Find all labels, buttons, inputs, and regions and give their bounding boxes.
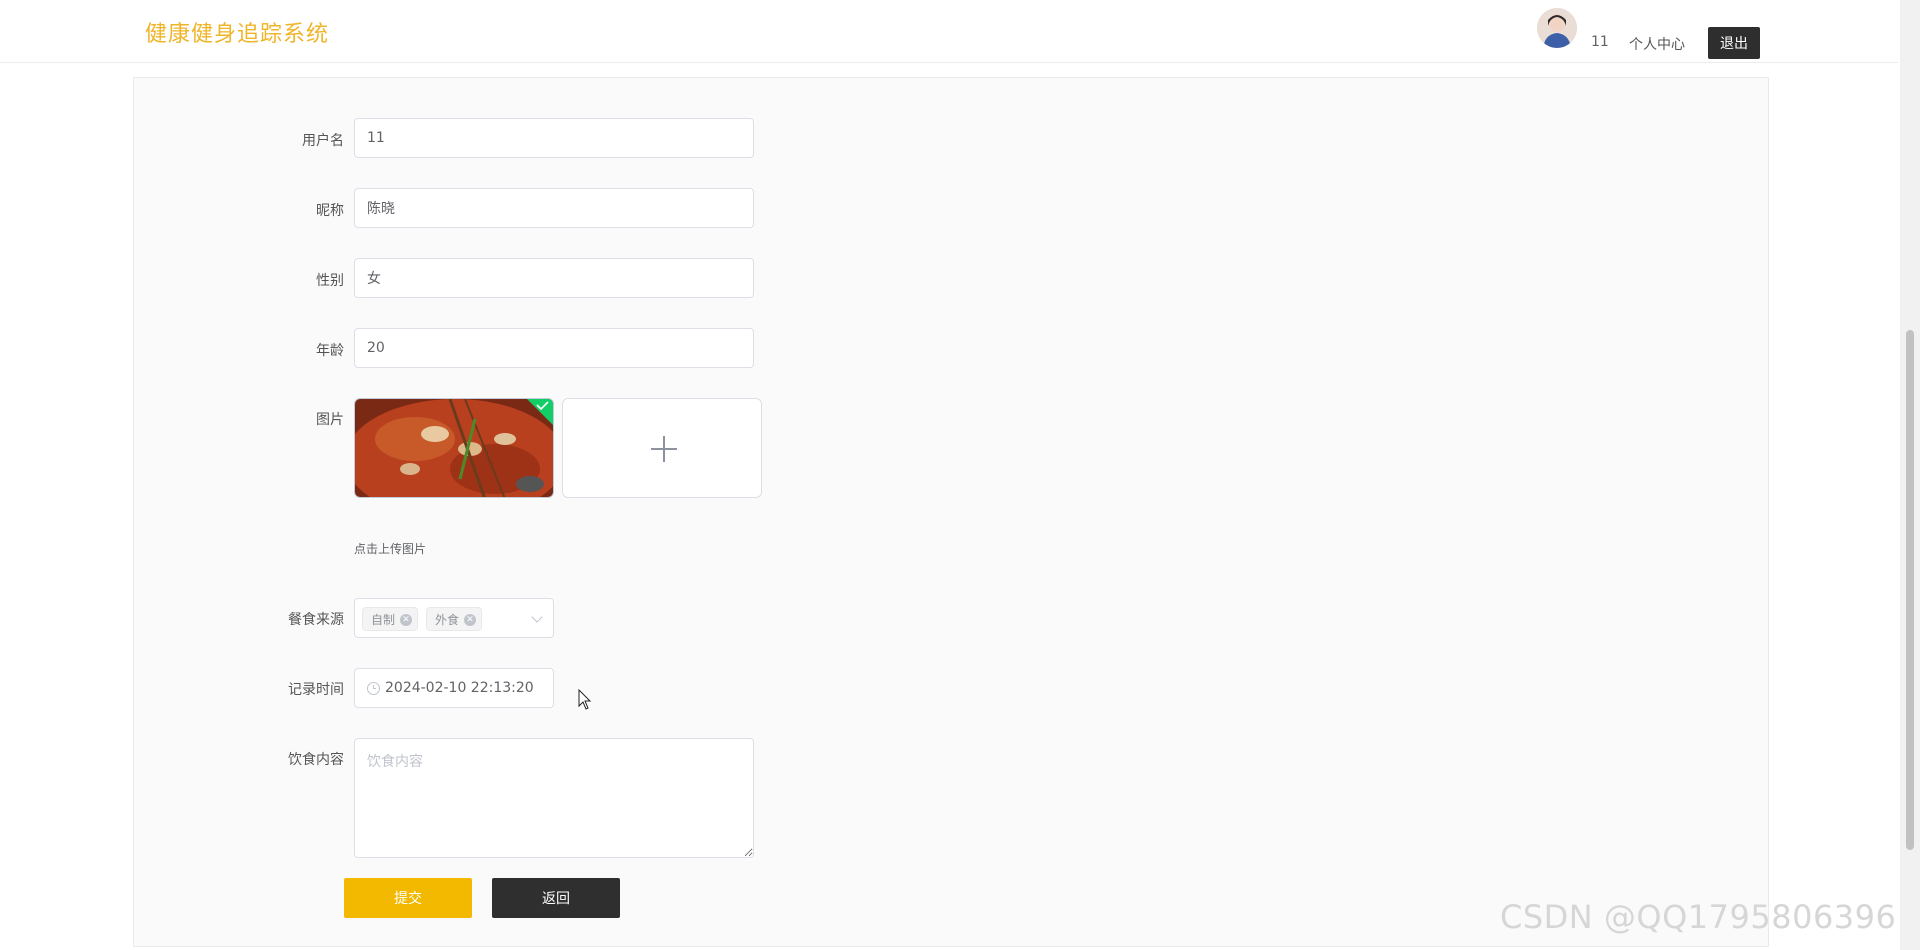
- chevron-down-icon: [531, 611, 543, 623]
- tag-label: 外食: [435, 613, 460, 627]
- gender-label: 性别: [316, 273, 344, 289]
- record-time-value: 2024-02-10 22:13:20: [385, 680, 534, 696]
- mouse-cursor-icon: [578, 689, 592, 710]
- submit-button[interactable]: 提交: [344, 878, 472, 918]
- clock-icon: [367, 682, 380, 695]
- header-username: 11: [1591, 34, 1609, 50]
- upload-tip: 点击上传图片: [354, 542, 427, 556]
- tag-close-icon[interactable]: ✕: [400, 614, 413, 626]
- vertical-scrollbar[interactable]: [1900, 0, 1920, 950]
- record-time-picker[interactable]: 2024-02-10 22:13:20: [354, 668, 554, 708]
- gender-input[interactable]: [354, 258, 754, 298]
- diet-content-label: 饮食内容: [288, 752, 344, 768]
- back-button[interactable]: 返回: [492, 878, 620, 918]
- username-label: 用户名: [302, 133, 344, 149]
- logout-button[interactable]: 退出: [1708, 27, 1760, 59]
- avatar-image: [1537, 8, 1577, 48]
- uploaded-picture-thumbnail[interactable]: [354, 398, 554, 498]
- tag-close-icon[interactable]: ✕: [464, 614, 477, 626]
- meal-source-label: 餐食来源: [288, 612, 344, 628]
- add-picture-button[interactable]: [562, 398, 762, 498]
- personal-center-link[interactable]: 个人中心: [1629, 34, 1685, 54]
- age-input[interactable]: [354, 328, 754, 368]
- meal-source-tag: 自制 ✕: [362, 607, 419, 631]
- meal-source-select[interactable]: 自制 ✕ 外食 ✕: [354, 598, 554, 638]
- tag-label: 自制: [371, 613, 396, 627]
- nickname-input[interactable]: [354, 188, 754, 228]
- username-input[interactable]: [354, 118, 754, 158]
- app-logo-title[interactable]: 健康健身追踪系统: [145, 16, 329, 48]
- meal-source-tag: 外食 ✕: [426, 607, 483, 631]
- age-label: 年龄: [316, 343, 344, 359]
- record-time-label: 记录时间: [288, 682, 344, 698]
- diet-content-textarea[interactable]: [354, 738, 754, 858]
- scrollbar-thumb[interactable]: [1906, 330, 1914, 850]
- top-header: 健康健身追踪系统 11 个人中心 退出: [0, 0, 1898, 63]
- food-photo: [355, 399, 553, 497]
- watermark: CSDN @QQ1795806396: [1500, 898, 1897, 936]
- nickname-label: 昵称: [316, 203, 344, 219]
- user-avatar[interactable]: [1537, 8, 1577, 48]
- picture-label: 图片: [316, 412, 344, 428]
